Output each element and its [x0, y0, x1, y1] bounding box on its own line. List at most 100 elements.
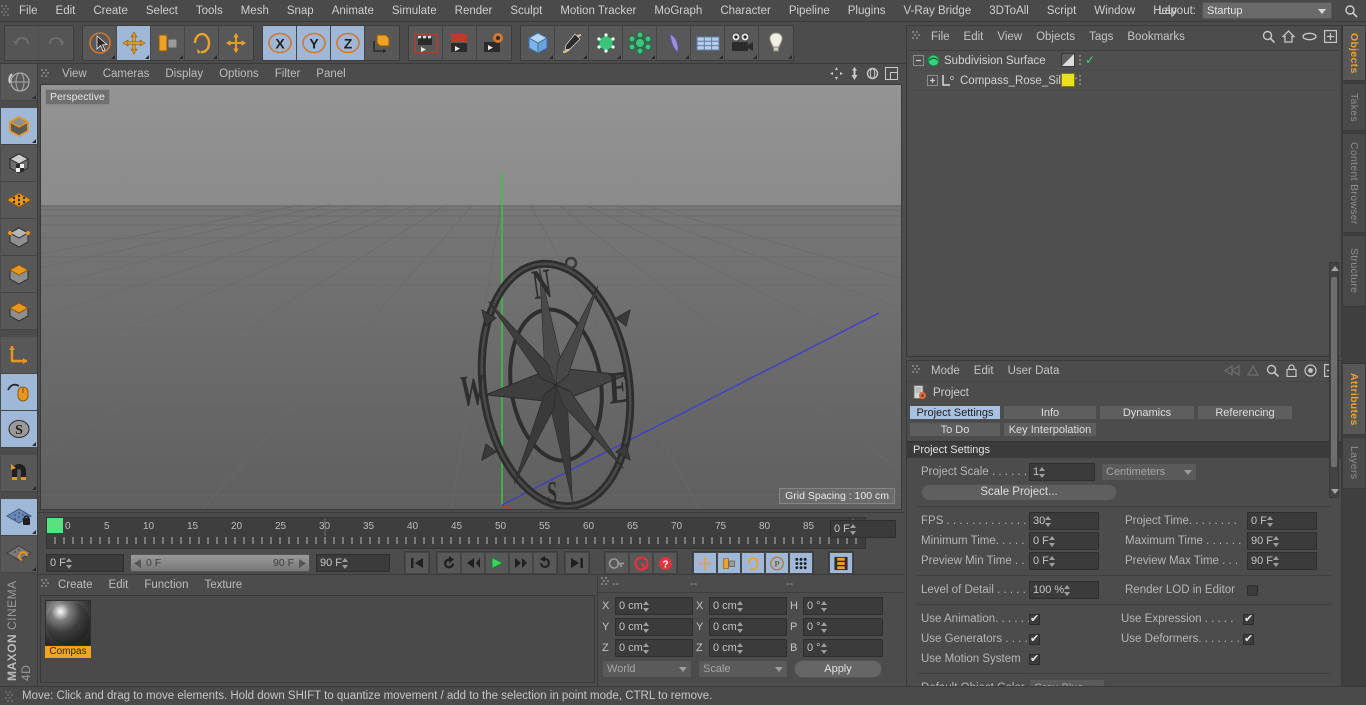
use-motion-system-checkbox[interactable]	[1029, 652, 1040, 665]
add-environment-button[interactable]	[691, 25, 725, 60]
menu-script[interactable]: Script	[1038, 0, 1085, 22]
render-settings-button[interactable]	[477, 25, 511, 60]
spinner-icon[interactable]	[736, 600, 744, 613]
material-item[interactable]: Compas	[45, 600, 91, 660]
object-manager-grip[interactable]	[911, 30, 921, 45]
position-key-button[interactable]	[693, 552, 717, 574]
timeline-end-field[interactable]: 90 F	[316, 554, 390, 572]
project-scale-field[interactable]: 1	[1029, 463, 1095, 481]
material-manager-grip[interactable]	[40, 578, 50, 593]
scroll-up-arrow-icon[interactable]	[1331, 266, 1339, 271]
spinner-icon[interactable]	[1045, 515, 1052, 528]
use-animation-checkbox[interactable]	[1029, 612, 1040, 625]
record-active-objects-button[interactable]	[629, 552, 653, 574]
attribute-menu-edit[interactable]: Edit	[967, 361, 1001, 381]
menu-create[interactable]: Create	[84, 0, 137, 22]
material-menu-edit[interactable]: Edit	[101, 575, 137, 595]
spinner-icon[interactable]	[1039, 466, 1046, 479]
workplane-lock-button[interactable]	[1, 499, 37, 536]
add-deformer-button[interactable]	[657, 25, 691, 60]
x-axis-lock[interactable]: X	[263, 25, 297, 60]
spinner-icon[interactable]	[820, 600, 828, 613]
spinner-icon[interactable]	[1273, 535, 1280, 548]
statusbar-grip[interactable]	[4, 690, 14, 703]
object-row-compass-rose-silver[interactable]: o Compass_Rose_Silver	[909, 71, 1339, 91]
z-axis-lock[interactable]: Z	[331, 25, 365, 60]
menubar-grip[interactable]	[0, 4, 10, 17]
fold-right-icon[interactable]	[1246, 364, 1260, 379]
dock-tab-structure[interactable]: Structure	[1342, 235, 1366, 307]
spinner-icon[interactable]	[736, 621, 744, 634]
tab-dynamics[interactable]: Dynamics	[1099, 405, 1195, 420]
attribute-menu-mode[interactable]: Mode	[924, 361, 967, 381]
target-icon[interactable]	[1304, 364, 1317, 380]
coordinate-mode-dropdown[interactable]: Scale	[698, 660, 788, 678]
move-duplicate-tool[interactable]	[219, 25, 253, 60]
menu-render[interactable]: Render	[446, 0, 502, 22]
viewport-menu-display[interactable]: Display	[157, 64, 211, 84]
menu-sculpt[interactable]: Sculpt	[501, 0, 551, 22]
object-menu-edit[interactable]: Edit	[957, 26, 991, 48]
spinner-icon[interactable]	[736, 642, 744, 655]
object-menu-bookmarks[interactable]: Bookmarks	[1120, 26, 1192, 48]
search-icon[interactable]	[1344, 4, 1358, 18]
scale-tool[interactable]	[151, 25, 185, 60]
rotation-b-field[interactable]: 0 °	[803, 639, 883, 657]
scale-project-button[interactable]: Scale Project...	[921, 483, 1117, 501]
object-row-subdivision-surface[interactable]: Subdivision Surface ✓	[909, 51, 1339, 71]
keyframe-selection-button[interactable]: ?	[653, 552, 677, 574]
fps-field[interactable]: 30	[1029, 512, 1099, 530]
rotation-h-field[interactable]: 0 °	[803, 597, 883, 615]
scrollbar-thumb[interactable]	[1331, 277, 1337, 467]
menu-pipeline[interactable]: Pipeline	[780, 0, 839, 22]
spinner-icon[interactable]	[849, 523, 857, 536]
position-y-field[interactable]: 0 cm	[615, 618, 693, 636]
menu-file[interactable]: File	[10, 0, 47, 22]
play-backwards-loop-button[interactable]	[437, 552, 461, 574]
spinner-icon[interactable]	[642, 621, 650, 634]
attribute-manager-grip[interactable]	[911, 364, 921, 379]
viewport-grip[interactable]	[40, 68, 50, 80]
add-light-button[interactable]	[759, 25, 793, 60]
menu-3dtoall[interactable]: 3DToAll	[980, 0, 1038, 22]
object-mode-button[interactable]	[1, 108, 37, 145]
object-menu-objects[interactable]: Objects	[1029, 26, 1082, 48]
loop-return-button[interactable]	[533, 552, 557, 574]
spinner-icon[interactable]	[1048, 555, 1056, 568]
autokeying-button[interactable]	[605, 552, 629, 574]
scale-key-button[interactable]	[717, 552, 741, 574]
add-mograph-button[interactable]	[623, 25, 657, 60]
menu-plugins[interactable]: Plugins	[839, 0, 895, 22]
minimum-time-field[interactable]: 0 F	[1029, 532, 1099, 550]
spinner-icon[interactable]	[342, 557, 349, 570]
material-tag-swatch[interactable]	[1061, 73, 1075, 87]
menu-snap[interactable]: Snap	[278, 0, 323, 22]
tab-info[interactable]: Info	[1003, 405, 1097, 420]
menu-tools[interactable]: Tools	[187, 0, 232, 22]
menu-mograph[interactable]: MoGraph	[645, 0, 711, 22]
timeline-start-field[interactable]: 0 F	[46, 554, 124, 572]
next-frame-button[interactable]	[509, 552, 533, 574]
viewport-menu-cameras[interactable]: Cameras	[95, 64, 158, 84]
layout-dropdown[interactable]: Startup	[1202, 2, 1332, 19]
tab-referencing[interactable]: Referencing	[1197, 405, 1293, 420]
texture-mode-button[interactable]	[1, 145, 37, 182]
add-cube-button[interactable]	[521, 25, 555, 60]
parameter-key-button[interactable]: P	[765, 552, 789, 574]
undo-button[interactable]	[5, 25, 39, 60]
viewport-menu-view[interactable]: View	[54, 64, 95, 84]
menu-select[interactable]: Select	[137, 0, 187, 22]
spinner-icon[interactable]	[642, 600, 650, 613]
menu-window[interactable]: Window	[1085, 0, 1144, 22]
lock-icon[interactable]	[1286, 364, 1297, 380]
menu-mesh[interactable]: Mesh	[232, 0, 278, 22]
size-x-field[interactable]: 0 cm	[709, 597, 787, 615]
menu-simulate[interactable]: Simulate	[383, 0, 446, 22]
tab-key-interpolation[interactable]: Key Interpolation	[1003, 422, 1097, 437]
y-axis-lock[interactable]: Y	[297, 25, 331, 60]
add-spline-button[interactable]	[555, 25, 589, 60]
tab-project-settings[interactable]: Project Settings	[909, 405, 1001, 420]
magnet-button[interactable]	[1, 455, 37, 492]
search-icon[interactable]	[1266, 364, 1280, 380]
dolly-icon[interactable]	[849, 67, 860, 83]
